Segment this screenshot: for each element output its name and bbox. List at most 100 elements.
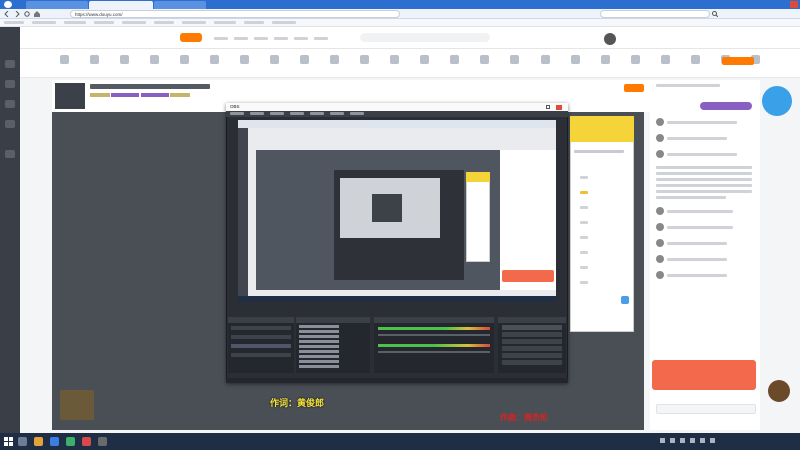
bookmark-item[interactable] [154, 21, 174, 24]
user-avatar[interactable] [604, 33, 616, 45]
obs-menu-item[interactable] [270, 112, 284, 115]
tray-icon[interactable] [690, 438, 695, 443]
category-icon[interactable] [330, 55, 340, 64]
bookmark-item[interactable] [32, 21, 56, 24]
promo-icon[interactable] [762, 86, 792, 116]
browser-search-input[interactable] [600, 10, 710, 18]
obs-menu-item[interactable] [350, 112, 364, 115]
bookmark-item[interactable] [64, 21, 86, 24]
home-icon[interactable] [34, 11, 40, 17]
browser-tab-3[interactable] [154, 1, 206, 9]
category-icon[interactable] [210, 55, 220, 64]
site-nav-item[interactable] [254, 37, 268, 40]
obs-close-icon[interactable] [556, 105, 562, 110]
category-icon[interactable] [150, 55, 160, 64]
bookmark-item[interactable] [122, 21, 146, 24]
gift-icon[interactable] [768, 380, 790, 402]
side-window-action-icon[interactable] [621, 296, 629, 304]
category-icon[interactable] [510, 55, 520, 64]
side-window-item[interactable] [580, 206, 588, 209]
obs-control-button[interactable] [502, 346, 562, 351]
gift-banner[interactable] [652, 360, 756, 390]
obs-control-button[interactable] [502, 360, 562, 365]
rail-item-icon[interactable] [5, 60, 15, 68]
obs-scene-item[interactable] [231, 353, 291, 357]
obs-scene-item[interactable] [231, 344, 291, 348]
obs-source-item[interactable] [299, 365, 339, 368]
site-nav-item[interactable] [214, 37, 228, 40]
category-icon[interactable] [240, 55, 250, 64]
obs-source-item[interactable] [299, 345, 339, 348]
obs-control-button[interactable] [502, 325, 562, 330]
obs-menu-item[interactable] [290, 112, 304, 115]
rail-item-icon[interactable] [5, 120, 15, 128]
search-icon[interactable] [712, 11, 719, 18]
category-icon[interactable] [300, 55, 310, 64]
category-icon[interactable] [420, 55, 430, 64]
category-icon[interactable] [60, 55, 69, 64]
obs-menu-item[interactable] [310, 112, 324, 115]
site-nav-item[interactable] [234, 37, 248, 40]
category-icon[interactable] [90, 55, 100, 64]
streamer-avatar[interactable] [55, 83, 85, 109]
chat-input[interactable] [656, 404, 756, 414]
bookmark-item[interactable] [214, 21, 236, 24]
obs-source-item[interactable] [299, 355, 339, 358]
side-window-item[interactable] [580, 191, 588, 194]
side-window-item[interactable] [580, 266, 588, 269]
taskbar-app-icon[interactable] [98, 437, 107, 446]
obs-source-item[interactable] [299, 335, 339, 338]
obs-menu-item[interactable] [230, 112, 244, 115]
refresh-icon[interactable] [24, 11, 30, 17]
site-logo[interactable] [180, 33, 202, 42]
bookmark-item[interactable] [182, 21, 206, 24]
obs-menu-item[interactable] [330, 112, 344, 115]
bookmark-item[interactable] [272, 21, 296, 24]
back-icon[interactable] [4, 10, 10, 18]
browser-tab-1[interactable] [26, 1, 88, 9]
category-icon[interactable] [660, 55, 670, 64]
side-window-item[interactable] [580, 176, 588, 179]
tray-icon[interactable] [660, 438, 665, 443]
site-nav-item[interactable] [314, 37, 328, 40]
side-window-item[interactable] [580, 236, 588, 239]
bookmark-item[interactable] [244, 21, 264, 24]
category-icon[interactable] [540, 55, 550, 64]
category-icon[interactable] [180, 55, 190, 64]
obs-source-item[interactable] [299, 360, 339, 363]
category-icon[interactable] [120, 55, 130, 64]
obs-source-item[interactable] [299, 350, 339, 353]
obs-control-button[interactable] [502, 353, 562, 358]
obs-scene-item[interactable] [231, 326, 291, 330]
room-tag[interactable] [90, 93, 110, 97]
category-icon[interactable] [630, 55, 640, 64]
rail-item-icon[interactable] [5, 100, 15, 108]
tray-icon[interactable] [710, 438, 715, 443]
follow-button[interactable] [624, 84, 644, 92]
taskbar-app-icon[interactable] [82, 437, 91, 446]
obs-volume-slider[interactable] [378, 334, 490, 336]
room-tag[interactable] [111, 93, 140, 97]
windows-start-icon[interactable] [4, 437, 13, 446]
browser-tab-2[interactable] [89, 1, 153, 9]
obs-control-button[interactable] [502, 339, 562, 344]
download-app-button[interactable] [722, 57, 754, 65]
side-window-item[interactable] [580, 251, 588, 254]
tray-icon[interactable] [680, 438, 685, 443]
chat-badge-button[interactable] [700, 102, 752, 110]
obs-source-item[interactable] [299, 340, 339, 343]
bookmark-item[interactable] [4, 21, 24, 24]
taskbar-app-icon[interactable] [50, 437, 59, 446]
bookmark-item[interactable] [94, 21, 114, 24]
side-window-item[interactable] [580, 221, 588, 224]
window-close-icon[interactable] [790, 1, 798, 8]
room-tag[interactable] [170, 93, 191, 97]
category-icon[interactable] [690, 55, 700, 64]
forward-icon[interactable] [14, 10, 20, 18]
site-nav-item[interactable] [274, 37, 288, 40]
category-icon[interactable] [360, 55, 370, 64]
tray-icon[interactable] [700, 438, 705, 443]
rail-item-icon[interactable] [5, 80, 15, 88]
category-icon[interactable] [480, 55, 490, 64]
category-icon[interactable] [450, 55, 460, 64]
